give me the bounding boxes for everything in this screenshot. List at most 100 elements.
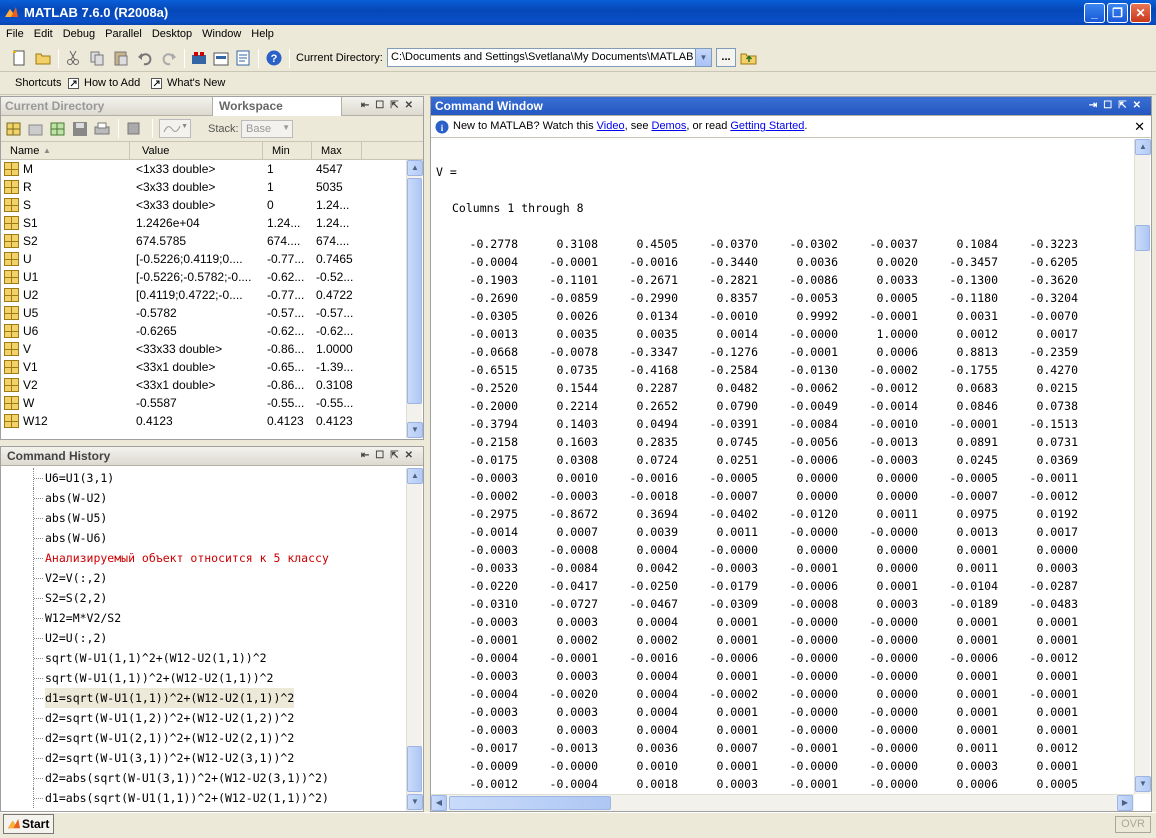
menu-edit[interactable]: Edit bbox=[28, 25, 57, 40]
demos-link[interactable]: Demos bbox=[652, 120, 687, 132]
restore-button[interactable]: ❐ bbox=[1107, 3, 1128, 23]
simulink-icon[interactable] bbox=[190, 49, 208, 67]
workspace-row[interactable]: U [-0.5226;0.4119;0.... -0.77... 0.7465 bbox=[1, 250, 405, 268]
history-entry[interactable]: U2=U(:,2) bbox=[45, 628, 107, 648]
menu-help[interactable]: Help bbox=[245, 25, 278, 40]
stack-select[interactable]: Base ▼ bbox=[241, 120, 293, 138]
workspace-row[interactable]: W -0.5587 -0.55... -0.55... bbox=[1, 394, 405, 412]
close-button[interactable]: ✕ bbox=[1130, 3, 1151, 23]
workspace-row[interactable]: U5 -0.5782 -0.57... -0.57... bbox=[1, 304, 405, 322]
delete-variable-icon[interactable] bbox=[125, 120, 143, 138]
save-workspace-icon[interactable] bbox=[71, 120, 89, 138]
history-entry[interactable]: d2=sqrt(W-U1(1,2))^2+(W12-U2(1,2))^2 bbox=[45, 708, 294, 728]
start-button[interactable]: Start bbox=[3, 814, 54, 834]
history-entry[interactable]: d2=sqrt(W-U1(3,1))^2+(W12-U2(3,1))^2 bbox=[45, 748, 294, 768]
paste-icon[interactable] bbox=[112, 49, 130, 67]
open-variable-icon[interactable] bbox=[27, 120, 45, 138]
history-entry[interactable]: U6=U1(3,1) bbox=[45, 468, 114, 488]
guide-icon[interactable] bbox=[212, 49, 230, 67]
scroll-right-icon[interactable]: ▶ bbox=[1117, 795, 1133, 811]
undo-icon[interactable] bbox=[136, 49, 154, 67]
panel-controls[interactable]: ⇥☐⇱✕ bbox=[1089, 100, 1147, 111]
profiler-icon[interactable] bbox=[234, 49, 252, 67]
workspace-row[interactable]: M <1x33 double> 1 4547 bbox=[1, 160, 405, 178]
print-icon[interactable] bbox=[93, 120, 111, 138]
tab-workspace[interactable]: Workspace bbox=[212, 97, 342, 116]
history-entry[interactable]: d1=sqrt(W-U1(1,1))^2+(W12-U2(1,1))^2 bbox=[45, 688, 295, 708]
scroll-left-icon[interactable]: ◀ bbox=[431, 795, 447, 811]
workspace-row[interactable]: S1 1.2426e+04 1.24... 1.24... bbox=[1, 214, 405, 232]
history-entry[interactable]: Анализируемый объект относится к 5 класс… bbox=[45, 548, 329, 568]
command-output[interactable]: -0.2778 0.3108 0.4505 -0.0370 -0.0302 -0.0037… bbox=[431, 235, 1131, 793]
panel-controls[interactable]: ⇤☐⇱✕ bbox=[361, 450, 419, 461]
scroll-up-icon[interactable]: ▲ bbox=[407, 468, 423, 484]
scroll-thumb[interactable] bbox=[407, 178, 422, 404]
scroll-up-icon[interactable]: ▲ bbox=[407, 160, 423, 176]
column-name-header[interactable]: Name bbox=[10, 145, 39, 157]
menu-desktop[interactable]: Desktop bbox=[146, 25, 196, 40]
history-entry[interactable]: S2=S(2,2) bbox=[45, 588, 107, 608]
history-entry[interactable]: sqrt(W-U1(1,1))^2+(W12-U2(1,1))^2 bbox=[45, 668, 273, 688]
cut-icon[interactable] bbox=[64, 49, 82, 67]
minimize-button[interactable]: _ bbox=[1084, 3, 1105, 23]
redo-icon[interactable] bbox=[160, 49, 178, 67]
command-vscrollbar[interactable]: ▲ ▼ bbox=[1134, 139, 1151, 794]
scroll-down-icon[interactable]: ▼ bbox=[407, 794, 423, 810]
scroll-down-icon[interactable]: ▼ bbox=[407, 422, 423, 438]
scroll-up-icon[interactable]: ▲ bbox=[1135, 139, 1151, 155]
menu-debug[interactable]: Debug bbox=[57, 25, 99, 40]
scroll-down-icon[interactable]: ▼ bbox=[1135, 776, 1151, 792]
column-value-header[interactable]: Value bbox=[142, 145, 169, 157]
history-entry[interactable]: sqrt(W-U1(1,1)^2+(W12-U2(1,1))^2 bbox=[45, 648, 267, 668]
history-entry[interactable]: abs(W-U6) bbox=[45, 528, 107, 548]
open-folder-icon[interactable] bbox=[34, 49, 52, 67]
workspace-row[interactable]: U1 [-0.5226;-0.5782;-0.... -0.62... -0.52..… bbox=[1, 268, 405, 286]
browse-button[interactable]: ... bbox=[716, 48, 736, 67]
workspace-row[interactable]: U2 [0.4119;0.4722;-0.... -0.77... 0.4722 bbox=[1, 286, 405, 304]
video-link[interactable]: Video bbox=[597, 120, 625, 132]
column-min-header[interactable]: Min bbox=[272, 145, 290, 157]
close-info-icon[interactable]: ✕ bbox=[1134, 119, 1145, 135]
up-folder-icon[interactable] bbox=[740, 50, 758, 66]
column-max-header[interactable]: Max bbox=[321, 145, 342, 157]
workspace-row[interactable]: V <33x33 double> -0.86... 1.0000 bbox=[1, 340, 405, 358]
menu-file[interactable]: File bbox=[0, 25, 28, 40]
command-hscrollbar[interactable]: ◀ ▶ bbox=[431, 794, 1134, 811]
history-entry[interactable]: d1=abs(sqrt(W-U1(1,1))^2+(W12-U2(1,1))^2… bbox=[45, 788, 329, 808]
tab-current-directory[interactable]: Current Directory bbox=[5, 99, 211, 116]
scroll-thumb[interactable] bbox=[449, 796, 611, 810]
scroll-thumb[interactable] bbox=[1135, 225, 1150, 251]
getting-started-link[interactable]: Getting Started bbox=[730, 120, 804, 132]
history-entry[interactable]: d2=abs(sqrt(W-U1(3,1))^2+(W12-U2(3,1))^2… bbox=[45, 768, 329, 788]
whats-new-link[interactable]: What's New bbox=[167, 77, 225, 89]
scroll-thumb[interactable] bbox=[407, 746, 422, 792]
menu-parallel[interactable]: Parallel bbox=[99, 25, 146, 40]
history-entry[interactable]: abs(W-U5) bbox=[45, 508, 107, 528]
workspace-row[interactable]: R <3x33 double> 1 5035 bbox=[1, 178, 405, 196]
new-variable-icon[interactable] bbox=[5, 120, 23, 138]
menu-window[interactable]: Window bbox=[196, 25, 245, 40]
history-entry[interactable]: W12=M*V2/S2 bbox=[45, 608, 121, 628]
workspace-row[interactable]: S <3x33 double> 0 1.24... bbox=[1, 196, 405, 214]
history-entry[interactable]: V2=V(:,2) bbox=[45, 568, 107, 588]
shortcuts-label[interactable]: Shortcuts bbox=[15, 77, 61, 89]
current-directory-select[interactable]: C:\Documents and Settings\Svetlana\My Do… bbox=[387, 48, 712, 67]
workspace-row[interactable]: V2 <33x1 double> -0.86... 0.3108 bbox=[1, 376, 405, 394]
variable-max: -1.39... bbox=[316, 360, 354, 374]
plot-selector[interactable]: ▼ bbox=[159, 119, 191, 138]
history-entry[interactable]: d2=sqrt(W-U1(2,1))^2+(W12-U2(2,1))^2 bbox=[45, 728, 294, 748]
workspace-row[interactable]: U6 -0.6265 -0.62... -0.62... bbox=[1, 322, 405, 340]
workspace-row[interactable]: V1 <33x1 double> -0.65... -1.39... bbox=[1, 358, 405, 376]
workspace-scrollbar[interactable]: ▲ ▼ bbox=[406, 160, 423, 438]
history-scrollbar[interactable]: ▲ ▼ bbox=[406, 468, 423, 811]
import-data-icon[interactable] bbox=[49, 120, 67, 138]
history-entry[interactable]: abs(W-U2) bbox=[45, 488, 107, 508]
chevron-down-icon[interactable]: ▼ bbox=[695, 49, 711, 66]
workspace-row[interactable]: W12 0.4123 0.4123 0.4123 bbox=[1, 412, 405, 430]
panel-controls[interactable]: ⇤☐⇱✕ bbox=[361, 100, 419, 111]
copy-icon[interactable] bbox=[88, 49, 106, 67]
workspace-row[interactable]: S2 674.5785 674.... 674.... bbox=[1, 232, 405, 250]
new-file-icon[interactable] bbox=[10, 49, 28, 67]
how-to-add-link[interactable]: How to Add bbox=[84, 77, 140, 89]
help-icon[interactable]: ? bbox=[265, 49, 283, 67]
